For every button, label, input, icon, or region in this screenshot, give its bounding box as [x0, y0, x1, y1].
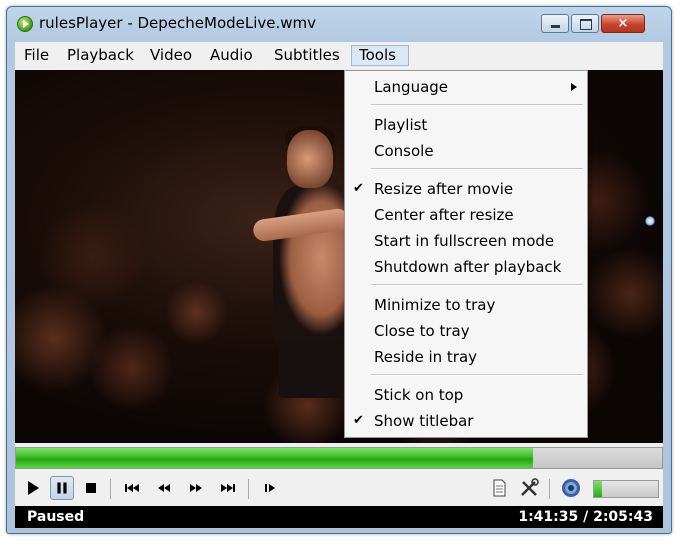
menu-item-show-titlebar[interactable]: ✔ Show titlebar — [345, 409, 587, 433]
control-separator — [110, 479, 111, 499]
stage-light — [645, 216, 655, 226]
playlist-button[interactable] — [487, 476, 511, 500]
playback-state: Paused — [27, 509, 85, 525]
maximize-icon — [580, 19, 592, 30]
performer-head — [287, 130, 333, 188]
app-icon[interactable] — [17, 16, 33, 32]
menu-item-label: Playlist — [374, 116, 428, 134]
menu-item-playlist[interactable]: Playlist — [345, 113, 587, 137]
menu-item-label: Show titlebar — [374, 412, 474, 430]
volume-slider[interactable] — [593, 480, 659, 498]
document-icon — [493, 479, 506, 497]
skip-back-icon — [125, 484, 139, 492]
performer-legs — [279, 338, 349, 398]
settings-button[interactable] — [517, 476, 541, 500]
menu-item-resize-after-movie[interactable]: ✔ Resize after movie — [345, 177, 587, 201]
frame-step-button[interactable] — [258, 476, 282, 500]
rewind-button[interactable] — [152, 476, 176, 500]
fast-forward-icon — [190, 484, 202, 492]
menu-item-language[interactable]: Language — [345, 75, 587, 99]
rewind-icon — [158, 484, 170, 492]
menu-separator — [371, 104, 583, 106]
volume-fill — [594, 481, 602, 497]
play-icon — [28, 481, 39, 495]
menu-item-label: Start in fullscreen mode — [374, 232, 555, 250]
menu-item-label: Close to tray — [374, 322, 470, 340]
menu-item-center-after-resize[interactable]: Center after resize — [345, 203, 587, 227]
skip-back-button[interactable] — [120, 476, 144, 500]
speaker-icon — [562, 479, 580, 497]
menu-tools[interactable]: Tools — [351, 45, 409, 66]
menu-item-close-to-tray[interactable]: Close to tray — [345, 319, 587, 343]
close-icon: × — [617, 16, 629, 31]
menu-item-stick-on-top[interactable]: Stick on top — [345, 383, 587, 407]
seek-bar[interactable] — [15, 447, 663, 469]
pause-icon — [57, 482, 67, 494]
menu-item-label: Language — [374, 78, 449, 96]
tools-icon — [521, 478, 539, 496]
title-bar[interactable]: rulesPlayer - DepecheModeLive.wmv × — [7, 7, 671, 40]
menu-file[interactable]: File — [17, 45, 56, 66]
menu-playback[interactable]: Playback — [60, 45, 141, 66]
menu-item-reside-in-tray[interactable]: Reside in tray — [345, 345, 587, 369]
minimize-icon — [551, 25, 560, 28]
maximize-button[interactable] — [571, 14, 599, 33]
minimize-button[interactable] — [541, 14, 569, 33]
seek-progress-fill — [16, 448, 533, 468]
skip-forward-icon — [221, 484, 235, 492]
stop-icon — [86, 483, 96, 493]
submenu-arrow-icon — [571, 83, 577, 91]
menu-separator — [371, 284, 583, 286]
menu-item-label: Stick on top — [374, 386, 464, 404]
menu-item-label: Shutdown after playback — [374, 258, 562, 276]
menu-subtitles[interactable]: Subtitles — [267, 45, 347, 66]
stop-button[interactable] — [79, 476, 103, 500]
control-separator — [549, 479, 550, 499]
window-title: rulesPlayer - DepecheModeLive.wmv — [39, 14, 317, 32]
menu-item-label: Reside in tray — [374, 348, 478, 366]
frame-step-icon — [265, 484, 275, 492]
menu-bar: File Playback Video Audio Subtitles Tool… — [15, 42, 663, 69]
menu-item-shutdown-after-playback[interactable]: Shutdown after playback — [345, 255, 587, 279]
menu-item-label: Minimize to tray — [374, 296, 496, 314]
menu-item-label: Center after resize — [374, 206, 514, 224]
check-icon: ✔ — [353, 413, 364, 428]
control-bar — [15, 472, 663, 504]
menu-item-label: Console — [374, 142, 434, 160]
status-bar: Paused 1:41:35 / 2:05:43 — [15, 506, 663, 528]
menu-item-label: Resize after movie — [374, 180, 514, 198]
menu-separator — [371, 374, 583, 376]
menu-item-console[interactable]: Console — [345, 139, 587, 163]
tools-menu-dropdown: Language Playlist Console ✔ Resize after… — [344, 70, 588, 438]
fast-forward-button[interactable] — [184, 476, 208, 500]
menu-item-start-fullscreen[interactable]: Start in fullscreen mode — [345, 229, 587, 253]
close-button[interactable]: × — [601, 14, 645, 33]
pause-button[interactable] — [50, 476, 74, 500]
menu-video[interactable]: Video — [143, 45, 199, 66]
menu-separator — [371, 168, 583, 170]
time-display: 1:41:35 / 2:05:43 — [518, 509, 653, 525]
menu-item-minimize-to-tray[interactable]: Minimize to tray — [345, 293, 587, 317]
skip-forward-button[interactable] — [216, 476, 240, 500]
menu-audio[interactable]: Audio — [203, 45, 260, 66]
play-button[interactable] — [21, 476, 45, 500]
check-icon: ✔ — [353, 181, 364, 196]
mute-button[interactable] — [559, 476, 583, 500]
control-separator — [248, 479, 249, 499]
